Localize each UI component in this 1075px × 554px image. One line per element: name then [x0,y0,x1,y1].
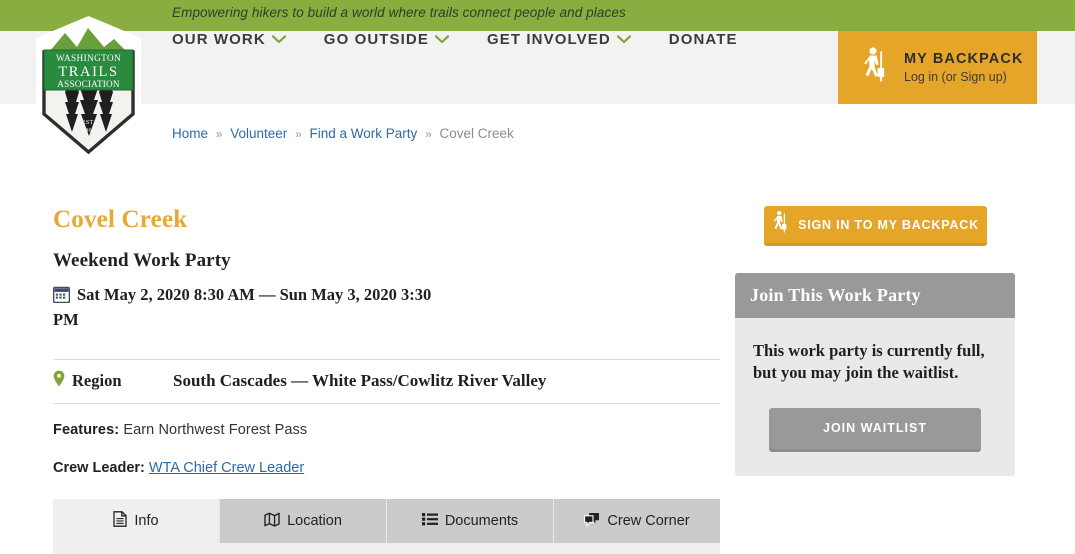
join-work-party-header: Join This Work Party [735,273,1015,318]
tab-info[interactable]: Info [53,499,220,543]
main-content: Covel Creek Weekend Work Party Sat May 2… [52,206,720,476]
my-backpack-text: My Backpack Log in (or Sign up) [904,50,1024,86]
nav-item-our-work[interactable]: Our Work [172,31,286,48]
tab-info-label: Info [134,513,159,529]
wta-logo[interactable]: WASHINGTON TRAILS ASSOCIATION EST. 1966 [32,14,145,164]
work-party-type: Weekend Work Party [53,250,231,271]
crew-leader-row: Crew Leader: WTA Chief Crew Leader [53,460,720,476]
join-waitlist-button-label: Join Waitlist [823,421,927,436]
join-work-party-heading: Join This Work Party [750,285,921,305]
tab-crew-corner-label: Crew Corner [607,513,690,529]
region-row: Region South Cascades — White Pass/Cowli… [53,360,720,403]
divider [53,402,720,404]
svg-text:ASSOCIATION: ASSOCIATION [57,79,120,89]
my-backpack-title: My Backpack [904,50,1024,67]
chevron-down-icon [616,31,631,48]
nav-item-go-outside[interactable]: Go Outside [323,31,450,48]
crew-leader-link[interactable]: WTA Chief Crew Leader [149,460,304,476]
list-icon [421,512,438,530]
document-icon [113,511,128,531]
my-backpack-button[interactable]: My Backpack Log in (or Sign up) [838,31,1037,104]
site-tagline: Empowering hikers to build a world where… [172,5,626,20]
tab-documents[interactable]: Documents [387,499,554,543]
features-value: Earn Northwest Forest Pass [123,421,308,438]
top-utility-bar: Empowering hikers to build a world where… [0,0,1075,31]
breadcrumb-separator: » [425,127,432,141]
features-row: Features: Earn Northwest Forest Pass [53,422,720,438]
tab-crew-corner[interactable]: Crew Corner [554,499,720,543]
svg-text:TRAILS: TRAILS [58,64,118,80]
region-label-group: Region [53,370,173,392]
breadcrumb-item-volunteer[interactable]: Volunteer [230,126,287,141]
region-label: Region [72,371,122,391]
tab-location[interactable]: Location [220,499,387,543]
work-party-full-message: This work party is currently full, but y… [753,341,985,382]
region-value: South Cascades — White Pass/Cowlitz Rive… [173,371,547,391]
map-pin-icon [53,370,65,392]
date-range-text: Sat May 2, 2020 8:30 AM — Sun May 3, 202… [53,285,432,329]
breadcrumb-separator: » [215,127,223,141]
chevron-down-icon [434,31,450,48]
tab-content-panel [53,543,720,554]
nav-item-go-outside-label: Go Outside [323,31,429,48]
svg-text:EST.: EST. [82,120,95,126]
nav-item-donate[interactable]: Donate [669,31,738,48]
join-work-party-panel: Join This Work Party This work party is … [735,273,1015,476]
breadcrumb-item-find-a-work-party[interactable]: Find a Work Party [310,126,418,141]
page-root: Empowering hikers to build a world where… [0,0,1075,554]
crew-leader-label: Crew Leader: [53,459,145,476]
breadcrumb-item-home[interactable]: Home [172,126,208,141]
svg-text:1966: 1966 [82,128,96,134]
breadcrumb: Home » Volunteer » Find a Work Party » C… [172,126,514,141]
tab-bar: Info Location Documents Crew Corner [53,499,720,543]
hiker-icon [772,210,789,239]
main-navigation: Our Work Go Outside Get Involved Donate [172,31,738,48]
breadcrumb-item-current: Covel Creek [439,126,514,141]
sign-in-button-label: Sign in to My Backpack [798,217,979,232]
sign-in-to-my-backpack-button[interactable]: Sign in to My Backpack [764,206,987,246]
tab-location-label: Location [287,513,342,529]
hiker-icon [862,46,888,89]
date-range-row: Sat May 2, 2020 8:30 AM — Sun May 3, 202… [52,284,453,331]
nav-item-get-involved-label: Get Involved [486,31,611,48]
comments-icon [584,512,600,531]
nav-item-our-work-label: Our Work [172,31,266,48]
features-label: Features: [53,421,120,438]
svg-text:WASHINGTON: WASHINGTON [56,53,121,63]
nav-item-get-involved[interactable]: Get Involved [487,31,631,48]
breadcrumb-separator: » [295,127,302,141]
page-title: Covel Creek [53,206,188,233]
chevron-down-icon [271,31,286,48]
tab-documents-label: Documents [444,513,519,529]
my-backpack-subtitle: Log in (or Sign up) [904,69,1007,84]
join-waitlist-button[interactable]: Join Waitlist [769,407,981,452]
tab-bar-wrapper: Info Location Documents Crew Corner [53,499,720,554]
map-icon [264,512,280,531]
join-work-party-body: This work party is currently full, but y… [735,318,1015,452]
calendar-icon [52,286,71,309]
